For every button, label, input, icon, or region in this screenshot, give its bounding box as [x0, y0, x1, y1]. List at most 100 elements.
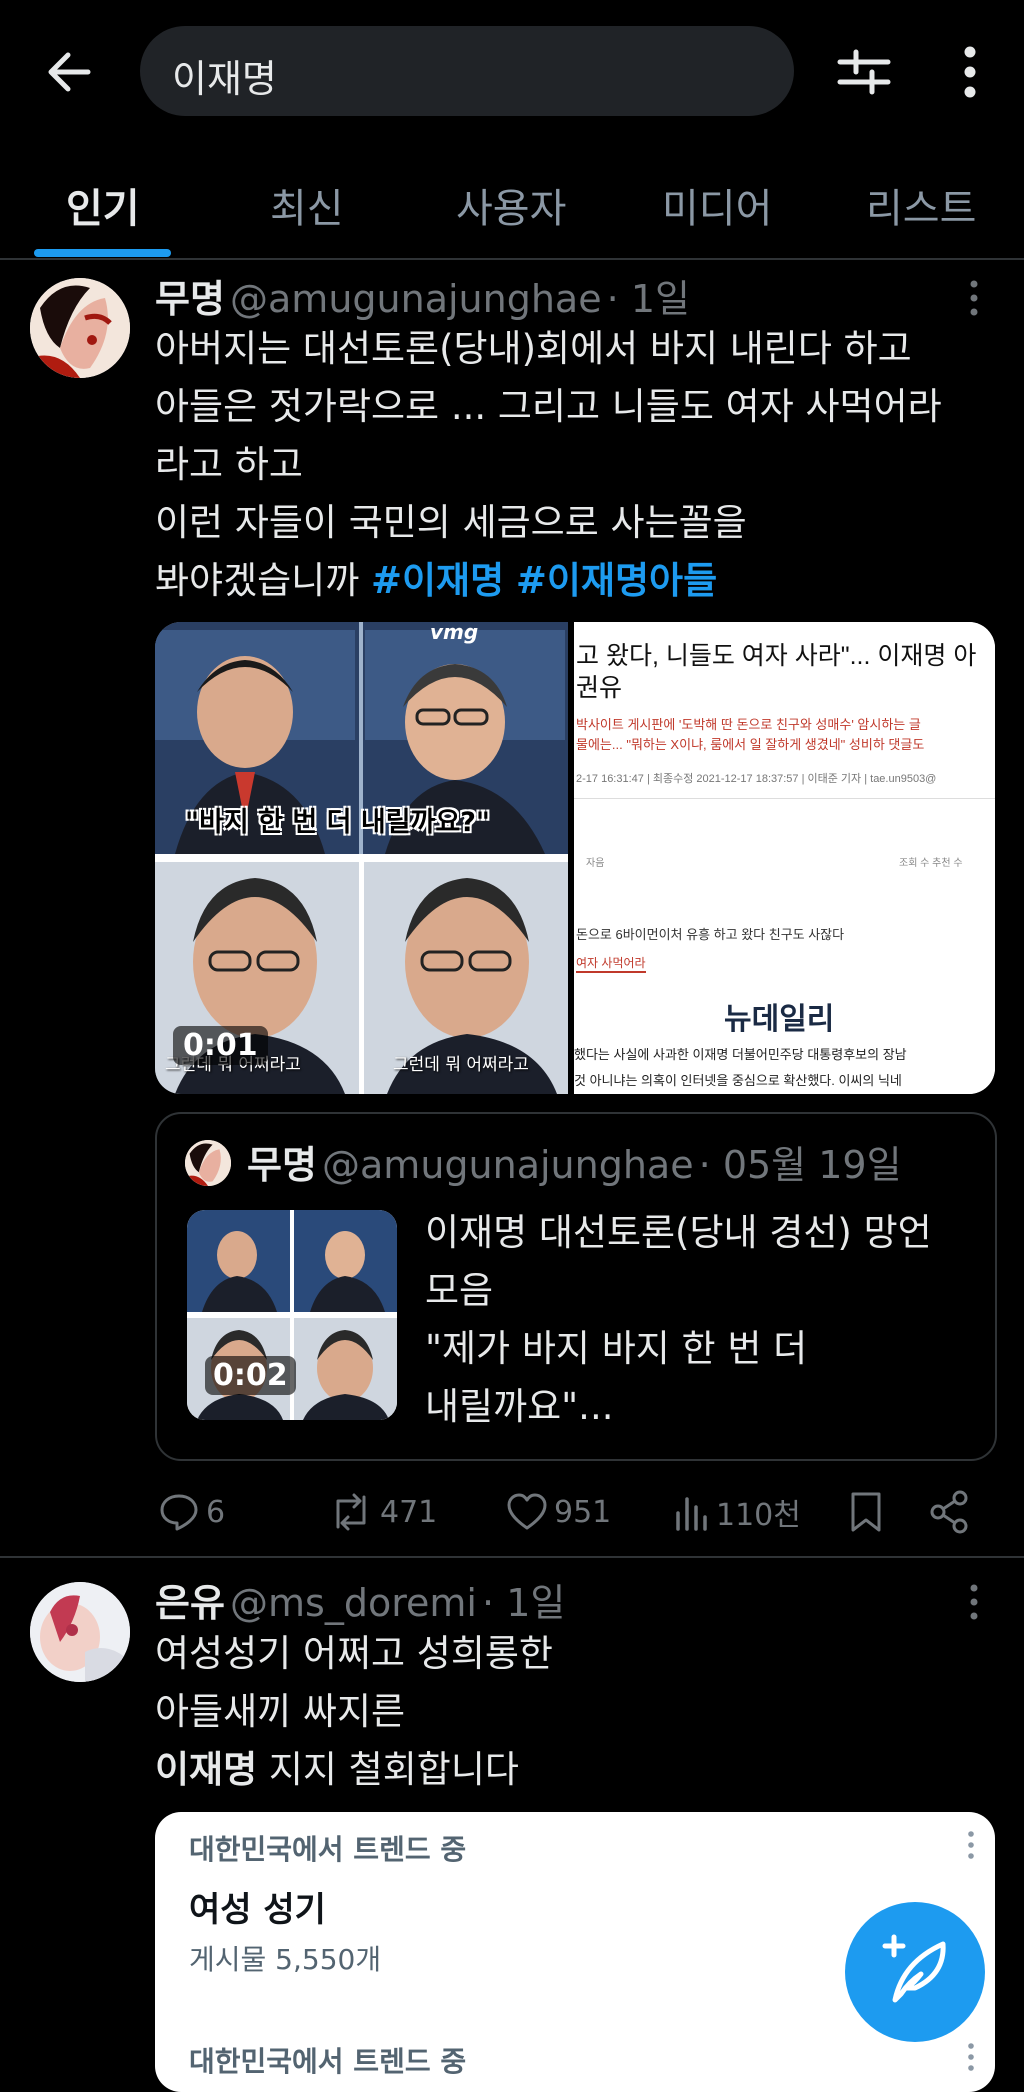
- reply-icon: [160, 1494, 198, 1531]
- post-more-button[interactable]: [964, 1582, 984, 1622]
- like-count: 951: [554, 1494, 612, 1530]
- video-subtitle-right: 그런데 뭐 어쩌라고: [393, 1055, 529, 1075]
- more-vertical-icon: [970, 280, 978, 316]
- quoted-post[interactable]: 무명 @amugunajunghae · 05월 19일 0:02 이재명 대선…: [155, 1112, 997, 1461]
- author-name[interactable]: 무명: [155, 277, 225, 321]
- trend-more-button[interactable]: [965, 1830, 977, 1860]
- article-text: 했다는 사실에 사과한 이재명 더불어민주당 대통령후보의 장남: [574, 1047, 907, 1062]
- tab-lists[interactable]: 리스트: [866, 176, 976, 234]
- article-meta: 2-17 16:31:47 | 최종수정 2021-12-17 18:37:57…: [576, 773, 937, 785]
- article-logo: 뉴데일리: [724, 1003, 835, 1036]
- more-vertical-icon: [968, 2043, 974, 2071]
- sliders-icon: [837, 49, 891, 95]
- post-line-text: 지지 철회합니다: [257, 1748, 519, 1791]
- article-headline: 권유: [576, 674, 623, 702]
- video-logo: vmg: [430, 622, 479, 644]
- video-frame-image: [155, 622, 568, 1094]
- post-line: 아버지는 대선토론(당내)회에서 바지 내린다 하고: [155, 327, 912, 370]
- quote-author-name: 무명: [247, 1143, 317, 1187]
- bookmark-button[interactable]: [848, 1490, 888, 1534]
- heart-icon: [507, 1493, 547, 1530]
- quote-line: 내릴까요"...: [425, 1385, 614, 1428]
- author-handle[interactable]: @ms_doremi: [230, 1581, 477, 1625]
- quote-video-duration: 0:02: [205, 1356, 296, 1395]
- article-subhead: 물에는... "뭐하는 X이냐, 룸에서 일 잘하게 생겼네" 성비하 댓글도: [576, 737, 925, 752]
- quote-video-thumbnail[interactable]: 0:02: [187, 1210, 397, 1420]
- video-caption: "바지 한 번 더 내릴까요?": [185, 807, 490, 838]
- like-button[interactable]: 951: [506, 1490, 611, 1534]
- post-line: 라고 하고: [155, 443, 303, 486]
- article-table-head: 자음: [586, 858, 605, 869]
- article-subhead: 박사이트 게시판에 '도박해 딴 돈으로 친구와 성매수' 암시하는 글: [576, 717, 921, 732]
- article-rule: [574, 798, 995, 799]
- post-header: 무명 @amugunajunghae · 1일: [155, 268, 690, 323]
- post-line: 아들은 젓가락으로 ... 그리고 니들도 여자 사먹어라: [155, 385, 942, 428]
- article-table-cols: 조회 수 추천 수: [899, 858, 963, 869]
- article-image[interactable]: 고 왔다, 니들도 여자 사라"... 이재명 아 권유 박사이트 게시판에 '…: [574, 622, 995, 1094]
- tab-media[interactable]: 미디어: [662, 176, 772, 234]
- tab-latest[interactable]: 최신: [270, 176, 344, 234]
- avatar: [185, 1140, 231, 1186]
- author-handle[interactable]: @amugunajunghae: [230, 277, 602, 321]
- quote-line: 모음: [425, 1269, 494, 1312]
- trend-label: 대한민국에서 트렌드 중: [189, 1833, 467, 1866]
- share-button[interactable]: [930, 1490, 970, 1534]
- reply-button[interactable]: 6: [158, 1490, 225, 1534]
- tab-popular[interactable]: 인기: [66, 176, 140, 234]
- repost-button[interactable]: 471: [328, 1490, 437, 1534]
- post-line: 이런 자들이 국민의 세금으로 사는꼴을: [155, 501, 747, 544]
- post-header: 은유 @ms_doremi · 1일: [155, 1572, 565, 1627]
- post-time: · 1일: [482, 1581, 566, 1625]
- views-count: 110천: [716, 1498, 801, 1533]
- quote-line: 이재명 대선토론(당내 경선) 망언: [425, 1211, 932, 1254]
- more-vertical-icon: [968, 1831, 974, 1859]
- share-icon: [930, 1490, 968, 1534]
- quote-header: 무명 @amugunajunghae · 05월 19일: [247, 1134, 902, 1189]
- post-divider: [0, 1556, 1024, 1558]
- post-line: 이재명 지지 철회합니다: [155, 1741, 995, 1799]
- trend-label: 대한민국에서 트렌드 중: [189, 2045, 467, 2078]
- trend-more-button[interactable]: [965, 2042, 977, 2072]
- post-line-text: 봐야겠습니까: [155, 559, 360, 602]
- author-name[interactable]: 은유: [155, 1581, 225, 1625]
- back-button[interactable]: [40, 42, 100, 102]
- video-duration-badge: 0:01: [173, 1026, 268, 1065]
- active-tab-indicator: [34, 249, 171, 257]
- post-body: 여성성기 어쩌고 성희롱한 아들새끼 싸지른 이재명 지지 철회합니다: [155, 1625, 995, 1799]
- article-headline: 고 왔다, 니들도 여자 사라"... 이재명 아: [576, 642, 977, 670]
- filter-button[interactable]: [836, 44, 892, 100]
- quote-line: "제가 바지 바지 한 번 더: [425, 1327, 808, 1370]
- compose-post-button[interactable]: [845, 1902, 985, 2042]
- avatar[interactable]: [30, 1582, 130, 1682]
- tabs-divider: [0, 258, 1024, 260]
- post-body: 아버지는 대선토론(당내)회에서 바지 내린다 하고 아들은 젓가락으로 ...…: [155, 320, 995, 610]
- article-text: 여자 사먹어라: [576, 954, 646, 973]
- trend-post-count: 게시물 5,550개: [189, 1943, 382, 1976]
- more-vertical-icon: [964, 46, 976, 98]
- views-button[interactable]: 110천: [674, 1490, 801, 1534]
- search-query: 이재명: [172, 57, 277, 101]
- more-options-button[interactable]: [950, 44, 990, 100]
- hashtag-link[interactable]: #이재명아들: [516, 559, 717, 602]
- quote-date: · 05월 19일: [698, 1143, 902, 1187]
- post-line: 아들새끼 싸지른: [155, 1690, 406, 1733]
- video-thumbnail[interactable]: vmg "바지 한 번 더 내릴까요?" 그런데 뭐 어쩌라고 그런데 뭐 어쩌…: [155, 622, 568, 1094]
- post-more-button[interactable]: [964, 278, 984, 318]
- more-vertical-icon: [970, 1584, 978, 1620]
- quote-author-handle: @amugunajunghae: [322, 1143, 694, 1187]
- hashtag-link[interactable]: #이재명: [371, 559, 504, 602]
- highlighted-term: 이재명: [155, 1748, 258, 1791]
- post-line: 여성성기 어쩌고 성희롱한: [155, 1632, 553, 1675]
- article-text: 돈으로 6바이먼이처 유흥 하고 왔다 친구도 사잖다: [576, 927, 845, 942]
- tab-people[interactable]: 사용자: [456, 176, 566, 234]
- avatar[interactable]: [30, 278, 130, 378]
- bookmark-icon: [851, 1492, 881, 1532]
- trend-title: 여성 성기: [189, 1890, 326, 1930]
- post-time: · 1일: [606, 277, 690, 321]
- quote-body: 이재명 대선토론(당내 경선) 망언 모음 "제가 바지 바지 한 번 더 내릴…: [425, 1204, 985, 1436]
- repost-icon: [336, 1493, 366, 1531]
- repost-count: 471: [380, 1494, 438, 1530]
- post-line: 봐야겠습니까 #이재명 #이재명아들: [155, 552, 995, 610]
- post-media[interactable]: vmg "바지 한 번 더 내릴까요?" 그런데 뭐 어쩌라고 그런데 뭐 어쩌…: [155, 622, 995, 1094]
- feather-plus-icon: [882, 1934, 946, 2003]
